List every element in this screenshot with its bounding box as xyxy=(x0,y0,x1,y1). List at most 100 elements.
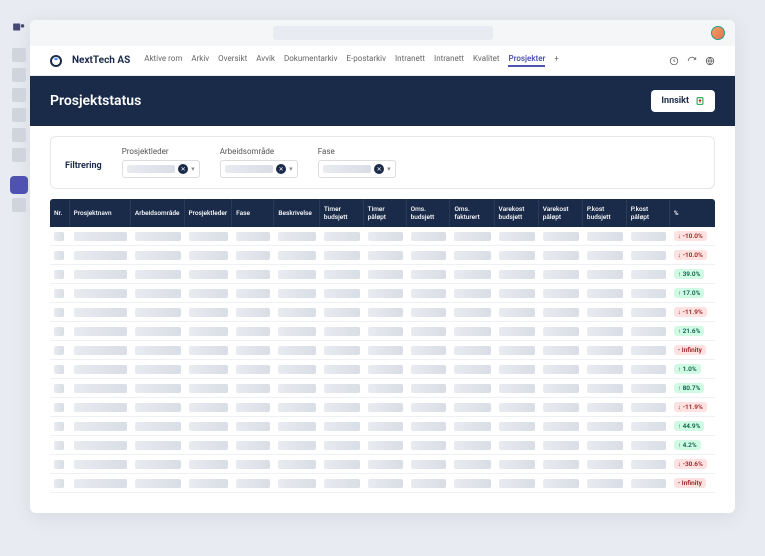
table-row[interactable]: ↑ 1.0% xyxy=(50,360,715,379)
table-row[interactable]: - Infinity xyxy=(50,474,715,493)
nav-link[interactable]: Intranett xyxy=(434,54,464,67)
rail-item[interactable] xyxy=(12,68,26,82)
table-row[interactable]: ↑ 4.2% xyxy=(50,436,715,455)
table-header[interactable]: Oms. budsjett xyxy=(407,199,451,227)
table-cell xyxy=(185,246,233,265)
table-header[interactable]: Varekost påløpt xyxy=(539,199,583,227)
cell-skeleton xyxy=(278,422,315,431)
table-header[interactable]: Prosjektleder xyxy=(185,199,233,227)
table-header[interactable]: Timer budsjett xyxy=(320,199,364,227)
cell-skeleton xyxy=(74,346,127,355)
cell-skeleton xyxy=(454,422,490,431)
cell-skeleton xyxy=(278,346,315,355)
table-row[interactable]: ↑ 21.6% xyxy=(50,322,715,341)
table-cell: ↑ 1.0% xyxy=(670,360,715,379)
globe-icon[interactable] xyxy=(705,56,715,66)
table-cell xyxy=(70,379,131,398)
rail-item[interactable] xyxy=(12,198,26,212)
table-row[interactable]: - Infinity xyxy=(50,341,715,360)
nav-link[interactable]: Prosjekter xyxy=(508,54,545,67)
nav-link[interactable]: Kvalitet xyxy=(473,54,499,67)
table-cell xyxy=(320,227,364,246)
nav-add-button[interactable]: + xyxy=(554,54,559,67)
chevron-down-icon: ▾ xyxy=(387,165,391,173)
clear-icon[interactable]: ✕ xyxy=(276,164,286,174)
cell-skeleton xyxy=(631,403,666,412)
table-header[interactable]: Prosjektnavn xyxy=(70,199,131,227)
table-header[interactable]: P.kost budsjett xyxy=(583,199,627,227)
nav-link[interactable]: Dokumentarkiv xyxy=(284,54,338,67)
table-header[interactable]: Timer påløpt xyxy=(364,199,407,227)
clear-icon[interactable]: ✕ xyxy=(374,164,384,174)
nav-link[interactable]: Avvik xyxy=(256,54,275,67)
cell-skeleton xyxy=(74,251,127,260)
cell-skeleton xyxy=(454,289,490,298)
rail-item[interactable] xyxy=(12,88,26,102)
table-header[interactable]: % xyxy=(670,199,715,227)
cell-skeleton xyxy=(189,460,229,469)
table-cell xyxy=(450,474,494,493)
table-row[interactable]: ↓ -30.6% xyxy=(50,455,715,474)
table-row[interactable]: ↓ -11.9% xyxy=(50,303,715,322)
table-cell xyxy=(274,398,319,417)
brand-name: NextTech AS xyxy=(72,55,130,66)
innsikt-button[interactable]: Innsikt xyxy=(651,90,715,112)
cell-skeleton xyxy=(587,251,623,260)
rail-item-active[interactable] xyxy=(12,178,26,192)
table-row[interactable]: ↓ -10.0% xyxy=(50,227,715,246)
table-header[interactable]: Oms. fakturert xyxy=(450,199,494,227)
table-cell xyxy=(70,303,131,322)
cell-skeleton xyxy=(324,403,360,412)
table-cell xyxy=(274,455,319,474)
table-cell xyxy=(274,474,319,493)
search-input[interactable] xyxy=(273,26,493,40)
cell-skeleton xyxy=(411,289,447,298)
table-cell xyxy=(407,322,451,341)
table-cell xyxy=(539,360,583,379)
table-header[interactable]: P.kost påløpt xyxy=(627,199,670,227)
table-cell xyxy=(274,379,319,398)
table-cell xyxy=(495,265,539,284)
filter-select[interactable]: ✕▾ xyxy=(318,160,396,178)
user-avatar[interactable] xyxy=(711,26,725,40)
cell-skeleton xyxy=(454,479,490,488)
table-header[interactable]: Beskrivelse xyxy=(274,199,319,227)
cell-skeleton xyxy=(368,346,403,355)
rail-item[interactable] xyxy=(12,148,26,162)
export-icon xyxy=(695,96,705,106)
filter-select[interactable]: ✕▾ xyxy=(122,160,200,178)
table-header[interactable]: Varekost budsjett xyxy=(495,199,539,227)
nav-link[interactable]: E-postarkiv xyxy=(347,54,387,67)
table-row[interactable]: ↑ 17.0% xyxy=(50,284,715,303)
nav-link[interactable]: Intranett xyxy=(395,54,425,67)
table-cell xyxy=(364,417,407,436)
table-header[interactable]: Arbeidsområde xyxy=(131,199,185,227)
rail-item[interactable] xyxy=(12,108,26,122)
table-header[interactable]: Nr. xyxy=(50,199,70,227)
nav-link[interactable]: Oversikt xyxy=(218,54,247,67)
nav-link[interactable]: Aktive rom xyxy=(144,54,182,67)
refresh-icon[interactable] xyxy=(687,56,697,66)
filter-heading: Filtrering xyxy=(65,147,102,171)
cell-skeleton xyxy=(368,251,403,260)
table-row[interactable]: ↑ 80.7% xyxy=(50,379,715,398)
table-row[interactable]: ↓ -10.0% xyxy=(50,246,715,265)
table-row[interactable]: ↑ 44.9% xyxy=(50,417,715,436)
cell-skeleton xyxy=(411,403,447,412)
table-cell: ↑ 21.6% xyxy=(670,322,715,341)
table-cell xyxy=(232,341,274,360)
filter-select[interactable]: ✕▾ xyxy=(220,160,298,178)
table-header[interactable]: Fase xyxy=(232,199,274,227)
table-cell xyxy=(364,303,407,322)
nav-link[interactable]: Arkiv xyxy=(191,54,209,67)
rail-item[interactable] xyxy=(12,128,26,142)
cell-skeleton xyxy=(631,308,666,317)
table-cell xyxy=(627,322,670,341)
clear-icon[interactable]: ✕ xyxy=(178,164,188,174)
rail-item[interactable] xyxy=(12,48,26,62)
table-cell xyxy=(364,227,407,246)
cell-skeleton xyxy=(411,479,447,488)
table-row[interactable]: ↑ 39.0% xyxy=(50,265,715,284)
history-icon[interactable] xyxy=(669,56,679,66)
table-row[interactable]: ↓ -11.9% xyxy=(50,398,715,417)
